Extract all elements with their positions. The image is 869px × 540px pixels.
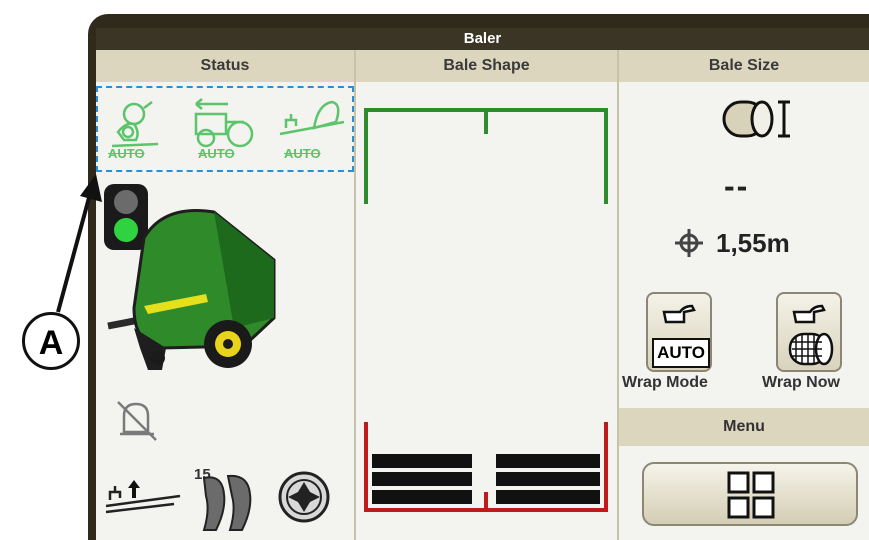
alarm-muted-icon (117, 401, 157, 441)
pointing-hand-icon (662, 304, 696, 324)
pointing-hand-icon (792, 304, 826, 324)
pickup-raise-icon (105, 480, 181, 514)
bale-shape-header: Bale Shape (356, 50, 617, 83)
menu-button[interactable] (642, 462, 858, 526)
wrapped-bale-icon (788, 332, 834, 366)
baler-machine-icon (107, 208, 276, 370)
wrap-mode-button[interactable]: AUTO (646, 292, 712, 372)
grid-menu-icon (727, 471, 775, 519)
wrap-mode-label: Wrap Mode (622, 374, 708, 391)
status-icons-highlight (96, 86, 354, 172)
wrap-mode-value: AUTO (652, 338, 710, 368)
column-divider (354, 50, 356, 540)
page-title: Baler (96, 28, 869, 50)
rotor-icon (278, 471, 330, 523)
pickup-tines-icon (202, 474, 252, 531)
callout-arrow (56, 174, 102, 313)
diameter-target-icon (675, 229, 703, 257)
wrap-now-label: Wrap Now (762, 374, 840, 391)
bale-size-header: Bale Size (619, 50, 869, 83)
bale-cylinder-icon (722, 100, 790, 138)
bale-size-value: -- (724, 168, 750, 204)
wrap-now-button[interactable] (776, 292, 842, 372)
bale-diameter-value: 1,55m (716, 228, 790, 258)
menu-header: Menu (619, 408, 869, 446)
callout-a: A (22, 312, 80, 370)
bale-shape-graphic (364, 108, 608, 512)
status-header: Status (96, 50, 354, 83)
